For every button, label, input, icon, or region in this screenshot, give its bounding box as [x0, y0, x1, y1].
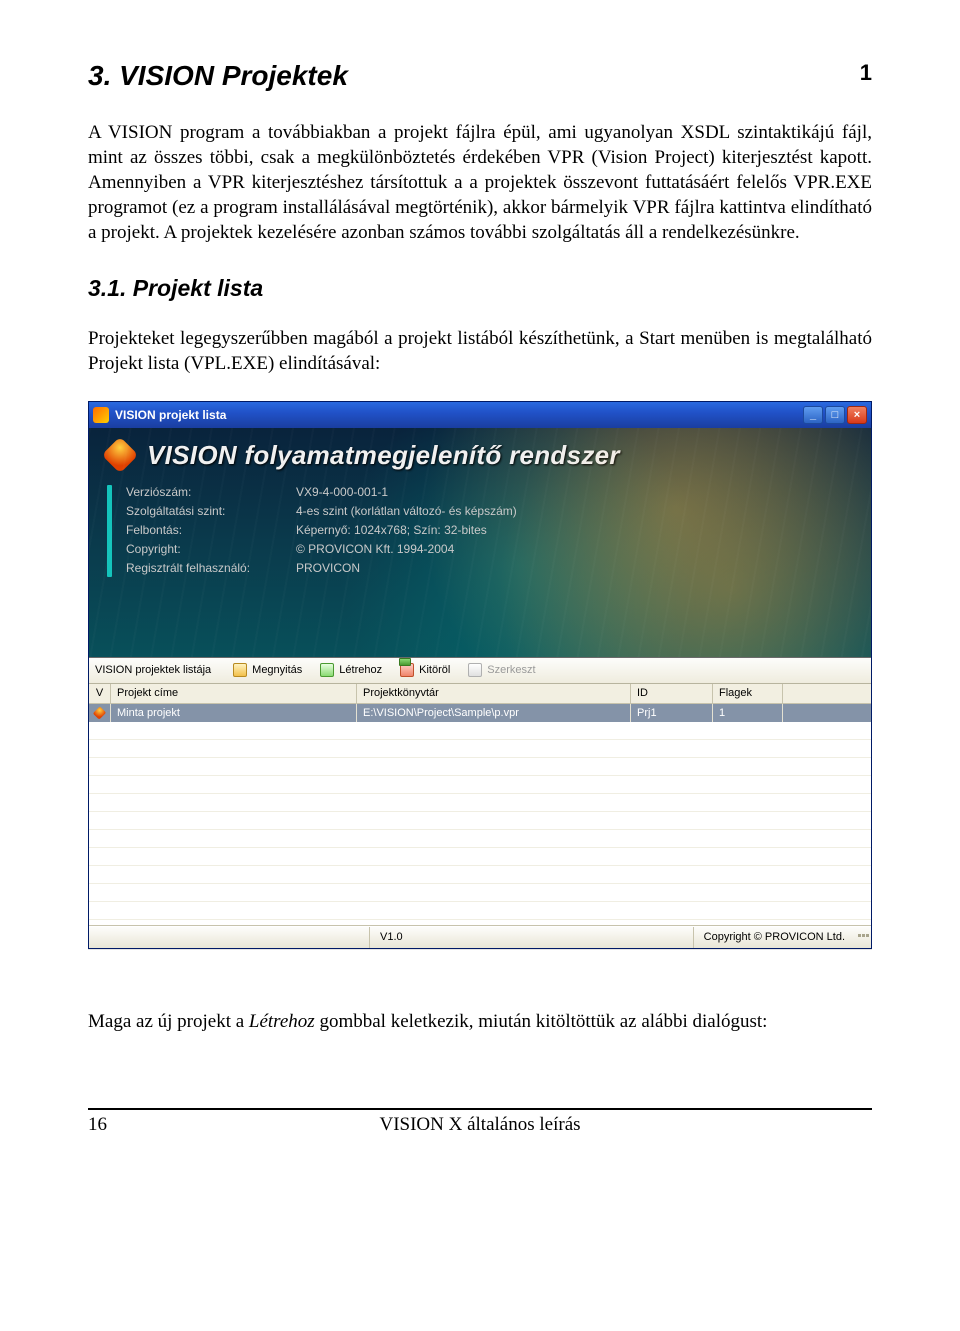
status-version: V1.0: [369, 927, 413, 948]
info-value: PROVICON: [296, 561, 517, 577]
logo-icon: [102, 437, 139, 474]
table-body[interactable]: Minta projekt E:\VISION\Project\Sample\p…: [89, 704, 871, 926]
info-label: Copyright:: [126, 542, 286, 558]
banner-title: VISION folyamatmegjelenítő rendszer: [147, 440, 620, 471]
project-icon: [93, 706, 106, 719]
col-v[interactable]: V: [89, 684, 111, 703]
page-footer: 16 VISION X általános leírás: [88, 1108, 872, 1136]
delete-button-label: Kitöröl: [419, 664, 450, 676]
titlebar[interactable]: VISION projekt lista _ □ ×: [89, 402, 871, 428]
open-button[interactable]: Megnyitás: [233, 663, 302, 677]
info-value: © PROVICON Kft. 1994-2004: [296, 542, 517, 558]
doc-subheading: 3.1. Projekt lista: [88, 275, 872, 302]
minimize-button[interactable]: _: [803, 406, 823, 424]
info-label: Regisztrált felhasználó:: [126, 561, 286, 577]
row-dir: E:\VISION\Project\Sample\p.vpr: [357, 704, 631, 722]
titlebar-text: VISION projekt lista: [115, 408, 226, 422]
lead-paragraph: Projekteket legegyszerűbben magából a pr…: [88, 326, 872, 376]
edit-button-label: Szerkeszt: [487, 664, 535, 676]
delete-icon: [400, 663, 414, 677]
col-title[interactable]: Projekt címe: [111, 684, 357, 703]
table-header: V Projekt címe Projektkönyvtár ID Flagek: [89, 684, 871, 704]
info-label: Szolgáltatási szint:: [126, 504, 286, 520]
create-button[interactable]: Létrehoz: [320, 663, 382, 677]
resize-grip[interactable]: [855, 934, 871, 940]
maximize-button[interactable]: □: [825, 406, 845, 424]
row-title: Minta projekt: [111, 704, 357, 722]
toolbar-label: VISION projektek listája: [95, 664, 211, 676]
row-flags: 1: [713, 704, 783, 722]
table-row[interactable]: Minta projekt E:\VISION\Project\Sample\p…: [89, 704, 871, 722]
doc-heading: 3. VISION Projektek: [88, 60, 348, 92]
info-value: 4-es szint (korlátlan változó- és képszá…: [296, 504, 517, 520]
row-id: Prj1: [631, 704, 713, 722]
info-grid: Verziószám: VX9-4-000-001-1 Szolgáltatás…: [126, 485, 517, 577]
col-flags[interactable]: Flagek: [713, 684, 783, 703]
footer-title: VISION X általános leírás: [168, 1114, 792, 1136]
accent-bar: [107, 485, 112, 577]
intro-paragraph: A VISION program a továbbiakban a projek…: [88, 120, 872, 245]
banner: VISION folyamatmegjelenítő rendszer Verz…: [89, 428, 871, 658]
folder-open-icon: [233, 663, 247, 677]
info-value: Képernyő: 1024x768; Szín: 32-bites: [296, 523, 517, 539]
corner-page-number: 1: [860, 60, 872, 86]
info-label: Felbontás:: [126, 523, 286, 539]
edit-icon: [468, 663, 482, 677]
toolbar: VISION projektek listája Megnyitás Létre…: [89, 658, 871, 684]
edit-button[interactable]: Szerkeszt: [468, 663, 535, 677]
new-icon: [320, 663, 334, 677]
app-icon: [93, 407, 109, 423]
create-button-label: Létrehoz: [339, 664, 382, 676]
close-button[interactable]: ×: [847, 406, 867, 424]
delete-button[interactable]: Kitöröl: [400, 663, 450, 677]
info-label: Verziószám:: [126, 485, 286, 501]
open-button-label: Megnyitás: [252, 664, 302, 676]
after-paragraph: Maga az új projekt a Létrehoz gombbal ke…: [88, 1009, 872, 1034]
row-icon-cell: [89, 704, 111, 722]
info-value: VX9-4-000-001-1: [296, 485, 517, 501]
status-bar: V1.0 Copyright © PROVICON Ltd.: [89, 926, 871, 948]
status-copyright: Copyright © PROVICON Ltd.: [693, 927, 855, 948]
col-dir[interactable]: Projektkönyvtár: [357, 684, 631, 703]
app-window: VISION projekt lista _ □ × VISION folyam…: [88, 401, 872, 949]
col-id[interactable]: ID: [631, 684, 713, 703]
footer-page-number: 16: [88, 1114, 168, 1136]
